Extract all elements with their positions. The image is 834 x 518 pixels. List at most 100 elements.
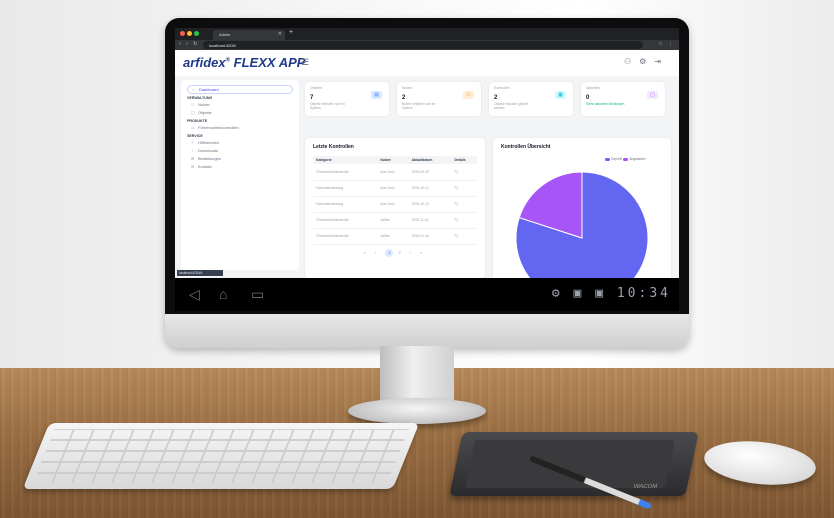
users-icon: ⚇ — [191, 102, 195, 107]
details-search-icon[interactable]: 🔍︎ — [451, 228, 477, 245]
chart-title: Kontrollen Übersicht — [501, 144, 551, 150]
sidebar-heading: VERWALTUNG — [187, 96, 213, 100]
sidebar-item-label: Hilfebereich — [198, 140, 220, 145]
details-search-icon[interactable]: 🔍︎ — [451, 164, 477, 181]
column-header[interactable]: Ablaufdatum — [408, 156, 452, 164]
table-row: Führerscheinkontrolle zabba 2025-11-01 🔍… — [313, 212, 477, 229]
table-cell: zabba — [377, 212, 409, 229]
new-tab-icon[interactable]: + — [289, 29, 293, 36]
imac-monitor: Admin ✕ + ‹ › ↻ localhost:4200/ ☆ ⋮ arfi… — [165, 18, 689, 348]
pagination: « ‹ 1 2 › » — [313, 248, 477, 257]
monitor-stand-foot — [348, 398, 486, 424]
back-icon[interactable]: ◁ — [189, 286, 200, 303]
stat-subtitle: Objekte befinden sich im System — [310, 102, 345, 110]
tab-close-icon[interactable]: ✕ — [278, 31, 282, 37]
pager-last[interactable]: » — [420, 250, 426, 255]
column-header[interactable]: Kategorie — [313, 156, 378, 164]
legend-swatch-0 — [605, 157, 610, 161]
maximize-window-icon[interactable] — [194, 31, 199, 36]
screen: Admin ✕ + ‹ › ↻ localhost:4200/ ☆ ⋮ arfi… — [175, 28, 679, 311]
pager-current-page[interactable]: 1 — [385, 248, 394, 257]
brand-suffix: FLEXX APP — [230, 55, 306, 70]
column-header[interactable]: Nutzer — [377, 156, 409, 164]
stat-card-kontrollen[interactable]: Kontrollen 2 Objekte müssen geprüft werd… — [489, 82, 573, 116]
table-cell: 2025-10-13 — [408, 196, 452, 213]
sidebar-item-label: Führerscheinkontrollen — [198, 125, 239, 130]
app-header: arfidex® FLEXX APP ☰ ⚇⚙⇥ — [175, 50, 679, 76]
details-search-icon[interactable]: 🔍︎ — [451, 196, 477, 213]
stat-title: Nutzer — [402, 86, 413, 90]
brand-name: arfidex — [183, 55, 226, 70]
sidebar-item-bestellungen[interactable]: ⊞ Bestellungen — [187, 155, 293, 163]
table-cell: Führerscheinkontrolle — [313, 164, 378, 181]
header-actions: ⚇⚙⇥ — [624, 57, 669, 66]
sidebar-heading: SERVICE — [187, 134, 203, 138]
tab-title: Admin — [219, 32, 231, 37]
table-cell: 2025-10-01 — [408, 180, 452, 197]
recent-controls-table: Kategorie Nutzer Ablaufdatum Details Füh… — [313, 156, 477, 245]
recent-controls-card: Letzte Kontrollen Kategorie Nutzer Ablau… — [305, 138, 485, 278]
table-cell: Führerscheinkontrolle — [313, 228, 378, 245]
keyboard — [22, 423, 420, 489]
table-cell: Führerscheinkontrolle — [313, 212, 378, 229]
home-icon[interactable]: ⌂ — [219, 286, 227, 302]
browser-toolbar: ‹ › ↻ localhost:4200/ ☆ ⋮ — [175, 40, 679, 50]
sidebar-item-kontakt[interactable]: ✉ Kontakt — [187, 163, 293, 171]
sidebar-item-label: Objekte — [198, 110, 212, 115]
table-cell: Irian Solo — [377, 180, 409, 197]
minimize-window-icon[interactable] — [187, 31, 192, 36]
stat-card-aktuelles[interactable]: Aktuelles 0 Siehe aktuellen Meldungen ▢ — [581, 82, 665, 116]
pager-first[interactable]: « — [363, 250, 369, 255]
sidebar-item-fuehrerscheinkontrollen[interactable]: ▭ Führerscheinkontrollen — [187, 124, 293, 132]
details-search-icon[interactable]: 🔍︎ — [451, 212, 477, 229]
stat-card-objekte[interactable]: Objekte 7 Objekte befinden sich im Syste… — [305, 82, 389, 116]
chat-icon: ▢ — [647, 91, 658, 99]
sidebar-item-label: Nutzer — [198, 102, 210, 107]
mail-icon: ✉ — [191, 164, 195, 169]
status-url-chip: localhost:4200/# — [177, 270, 223, 276]
hamburger-icon[interactable]: ☰ — [301, 57, 309, 68]
card-title: Letzte Kontrollen — [313, 144, 354, 150]
chart-legend: Geprüft Abgelaufen — [605, 157, 646, 161]
pager-page[interactable]: 2 — [398, 250, 404, 255]
close-window-icon[interactable] — [180, 31, 185, 36]
table-row: Fahrunterweisung Irian Solo 2025-10-13 🔍… — [313, 196, 477, 213]
users-icon: ⚇ — [463, 91, 474, 99]
legend-label[interactable]: Geprüft — [611, 157, 622, 161]
stat-card-nutzer[interactable]: Nutzer 2 Nutzer befinden sich im System … — [397, 82, 481, 116]
table-cell: Fahrunterweisung — [313, 196, 378, 213]
table-cell: zabba — [377, 228, 409, 245]
sidebar-item-label: Dashboard — [199, 87, 219, 92]
browser-menu-icons[interactable]: ☆ ⋮ — [658, 41, 675, 47]
sidebar-item-objekte[interactable]: ▢ Objekte — [187, 109, 293, 117]
sidebar-item-hilfebereich[interactable]: ? Hilfebereich — [187, 139, 293, 147]
nav-buttons[interactable]: ‹ › ↻ — [179, 41, 199, 47]
legend-label[interactable]: Abgelaufen — [629, 157, 645, 161]
sidebar-item-downloads[interactable]: ↓ Downloads — [187, 147, 293, 155]
box-icon: ▢ — [191, 110, 195, 115]
stat-subtitle: Nutzer befinden sich im System — [402, 102, 436, 110]
logout-icon[interactable]: ⇥ — [654, 57, 669, 66]
address-bar[interactable]: localhost:4200/ — [203, 41, 643, 49]
stat-subtitle: Objekte müssen geprüft werden — [494, 102, 528, 110]
status-clock-area: ⚙ ▣ ▣ 10:34 — [552, 286, 671, 301]
cart-icon: ⊞ — [191, 156, 195, 161]
app-logo[interactable]: arfidex® FLEXX APP — [183, 55, 305, 70]
table-row: Fahrunterweisung Irian Solo 2025-10-01 🔍… — [313, 180, 477, 197]
sidebar-item-nutzer[interactable]: ⚇ Nutzer — [187, 101, 293, 109]
pager-next[interactable]: › — [410, 250, 415, 255]
help-icon: ? — [191, 140, 194, 145]
settings-icon[interactable]: ⚙ — [639, 57, 654, 66]
user-icon[interactable]: ⚇ — [624, 57, 639, 66]
browser-tab-bar: Admin ✕ + — [175, 28, 679, 40]
details-search-icon[interactable]: 🔍︎ — [451, 180, 477, 197]
sidebar-item-label: Downloads — [198, 148, 218, 153]
browser-tab[interactable]: Admin ✕ — [213, 30, 285, 40]
pager-prev[interactable]: ‹ — [375, 250, 380, 255]
sidebar-item-dashboard[interactable]: ⌂ Dashboard — [187, 85, 293, 94]
sidebar-item-label: Kontakt — [198, 164, 212, 169]
recents-icon[interactable]: ▭ — [251, 286, 264, 303]
stat-subtitle: Siehe aktuellen Meldungen — [586, 102, 625, 106]
stat-title: Kontrollen — [494, 86, 510, 90]
dashboard-icon: ⌂ — [192, 87, 195, 92]
